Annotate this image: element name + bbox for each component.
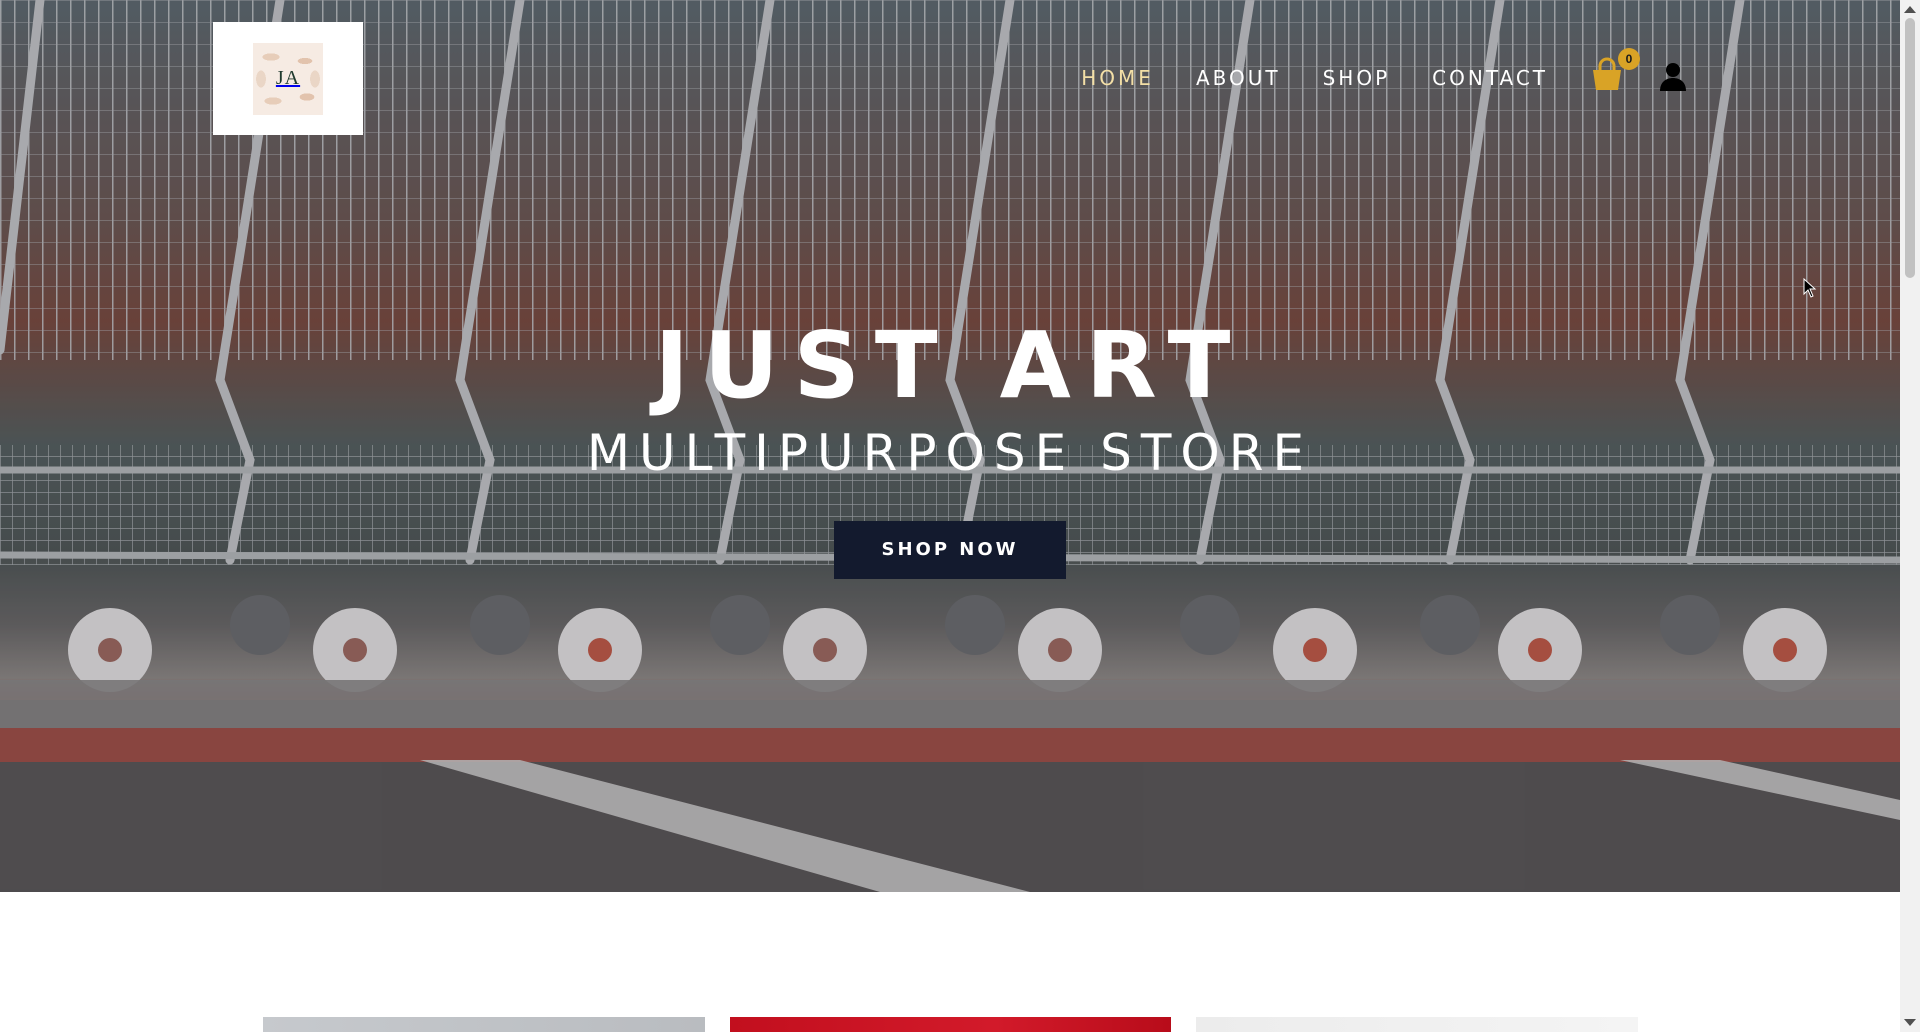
shop-now-button[interactable]: SHOP NOW — [834, 521, 1066, 579]
featured-card-1[interactable] — [263, 1017, 705, 1032]
featured-card-3[interactable] — [1196, 1017, 1638, 1032]
scrollbar-thumb[interactable] — [1905, 18, 1915, 278]
main-navigation: HOME ABOUT SHOP CONTACT — [1039, 66, 1548, 90]
scroll-down-arrow-icon[interactable] — [1904, 1019, 1916, 1026]
nav-shop[interactable]: SHOP — [1323, 66, 1391, 90]
featured-card-2[interactable] — [730, 1017, 1171, 1032]
user-icon[interactable] — [1657, 60, 1689, 92]
scroll-up-arrow-icon[interactable] — [1904, 6, 1916, 13]
hero-banner: JA HOME ABOUT SHOP CONTACT 0 JUST ART MU… — [0, 0, 1900, 892]
cart-count-badge: 0 — [1618, 48, 1640, 70]
nav-about[interactable]: ABOUT — [1196, 66, 1281, 90]
site-logo[interactable]: JA — [213, 22, 363, 135]
nav-contact[interactable]: CONTACT — [1432, 66, 1548, 90]
logo-text: JA — [275, 67, 301, 89]
mouse-cursor-icon — [1803, 278, 1817, 298]
logo-emblem: JA — [253, 42, 323, 115]
page-scrollbar[interactable] — [1900, 0, 1920, 1032]
hero-subtitle: MULTIPURPOSE STORE — [586, 424, 1314, 482]
nav-home[interactable]: HOME — [1081, 66, 1154, 90]
hero-title: JUST ART — [654, 312, 1246, 419]
